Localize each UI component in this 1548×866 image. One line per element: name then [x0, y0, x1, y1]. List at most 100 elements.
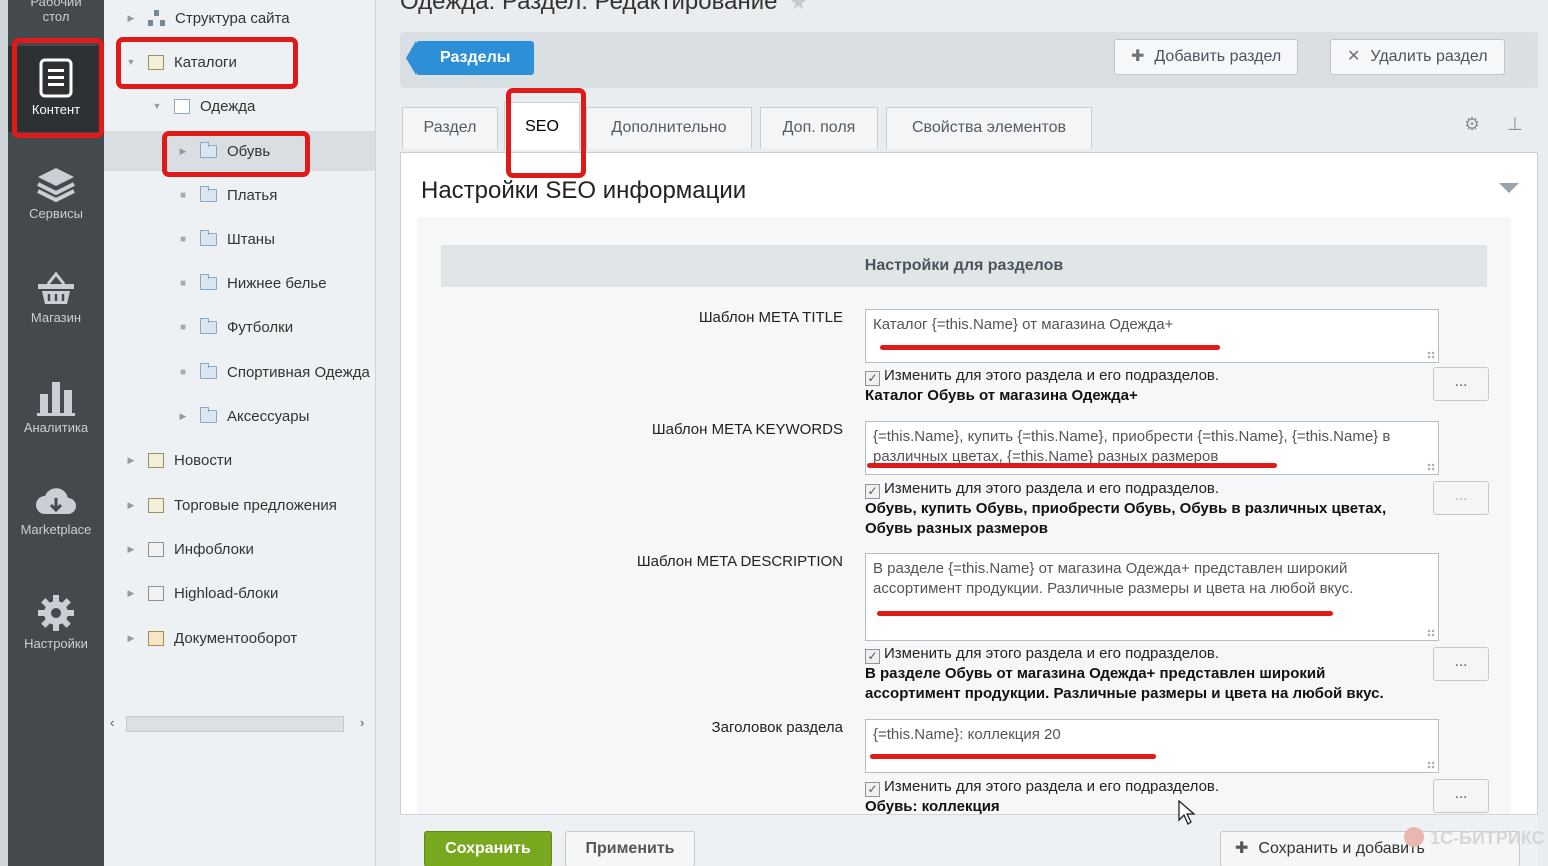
- bitrix-logo: 1С-БИТРИКС: [1404, 827, 1545, 849]
- red-underline: [870, 754, 1156, 759]
- collapse-triangle-icon[interactable]: [1499, 183, 1519, 193]
- meta-keywords-checkbox[interactable]: ✓ Изменить для этого раздела и его подраз…: [865, 480, 1219, 499]
- folder-icon: [200, 141, 217, 158]
- tree-item-label: Платья: [227, 186, 278, 204]
- cloud-download-icon: [36, 488, 76, 514]
- main-menu-sidebar: Рабочий стол Контент Сервисы Магазин Ана…: [0, 0, 104, 866]
- meta-title-more-button[interactable]: ...: [1433, 367, 1489, 401]
- checkbox-label: Изменить для этого раздела и его подразд…: [884, 367, 1220, 384]
- pin-icon[interactable]: ⊥: [1507, 114, 1523, 134]
- tree-item-news[interactable]: ▶ Новости: [104, 440, 375, 480]
- tab-section[interactable]: Раздел: [402, 107, 498, 149]
- menu-item-analytics[interactable]: Аналитика: [8, 378, 104, 448]
- seo-section-body: Настройки для разделов Шаблон META TITLE…: [417, 217, 1511, 866]
- bitrix-logo-text: 1С-БИТРИКС: [1430, 828, 1545, 848]
- tree-item-workflow[interactable]: ▶ Документооборот: [104, 618, 375, 658]
- tree-item-highload[interactable]: ▶ Highload-блоки: [104, 573, 375, 613]
- seo-panel: Настройки SEO информации Настройки для р…: [400, 152, 1538, 866]
- meta-title-input[interactable]: Каталог {=this.Name} от магазина Одежда+: [865, 309, 1439, 363]
- collapse-arrow-icon[interactable]: ▼: [126, 57, 136, 67]
- meta-description-input[interactable]: В разделе {=this.Name} от магазина Одежд…: [865, 553, 1439, 641]
- checkbox-icon[interactable]: ✓: [865, 484, 880, 499]
- iblock-gear-icon: [148, 585, 164, 601]
- sections-button[interactable]: Разделы: [406, 41, 534, 75]
- tree-item-label: Инфоблоки: [174, 540, 254, 558]
- collapse-arrow-icon[interactable]: ▼: [152, 101, 162, 111]
- checkbox-icon[interactable]: ✓: [865, 782, 880, 797]
- scroll-left-icon[interactable]: ‹: [110, 715, 114, 730]
- folder-icon: [200, 317, 217, 334]
- meta-title-checkbox[interactable]: ✓ Изменить для этого раздела и его подраз…: [865, 367, 1219, 386]
- red-underline: [880, 345, 1220, 350]
- tree-item-site-structure[interactable]: ▶ Структура сайта: [104, 0, 375, 38]
- menu-item-marketplace[interactable]: Marketplace: [8, 486, 104, 550]
- expand-arrow-icon[interactable]: ▶: [126, 500, 136, 511]
- tree-item-infoblocks[interactable]: ▶ Инфоблоки: [104, 529, 375, 569]
- iblock-gear-icon: [148, 541, 164, 557]
- tree-item-label: Обувь: [227, 142, 271, 160]
- tree-item-label: Highload-блоки: [174, 584, 279, 602]
- menu-item-desktop[interactable]: Рабочий стол: [8, 0, 104, 34]
- expand-arrow-icon[interactable]: ▶: [178, 411, 188, 422]
- section-heading-checkbox[interactable]: ✓ Изменить для этого раздела и его подраз…: [865, 778, 1219, 797]
- menu-item-label: Marketplace: [20, 522, 92, 537]
- expand-arrow-icon[interactable]: ▶: [126, 455, 136, 466]
- expand-arrow-icon[interactable]: ▶: [126, 13, 136, 24]
- meta-keywords-more-button[interactable]: ...: [1433, 481, 1489, 515]
- delete-section-button[interactable]: ✕ Удалить раздел: [1330, 39, 1505, 75]
- bullet-icon: ■: [179, 366, 187, 378]
- expand-arrow-icon[interactable]: ▶: [126, 588, 136, 599]
- add-section-button[interactable]: ✚ Добавить раздел: [1114, 39, 1299, 75]
- sitemap-icon: [148, 9, 165, 27]
- iblock-icon: [148, 452, 164, 468]
- tree-item-sportswear[interactable]: ■ Спортивная Одежда: [104, 352, 375, 392]
- tree-horizontal-scrollbar[interactable]: ‹ ›: [104, 712, 375, 736]
- menu-item-label: Сервисы: [29, 206, 83, 221]
- add-section-label: Добавить раздел: [1154, 48, 1282, 65]
- action-bar: Сохранить Применить ✚ Сохранить и добавит…: [400, 814, 1545, 866]
- tab-seo[interactable]: SEO: [504, 102, 580, 150]
- meta-description-checkbox[interactable]: ✓ Изменить для этого раздела и его подраз…: [865, 645, 1219, 664]
- tab-extra-fields[interactable]: Доп. поля: [760, 107, 878, 149]
- tree-item-label: Одежда: [200, 97, 256, 115]
- close-icon: ✕: [1347, 48, 1361, 65]
- section-heading-input[interactable]: {=this.Name}: коллекция 20: [865, 719, 1439, 773]
- tree-item-pants[interactable]: ■ Штаны: [104, 219, 375, 259]
- tree-item-tshirts[interactable]: ■ Футболки: [104, 307, 375, 347]
- expand-arrow-icon[interactable]: ▶: [126, 633, 136, 644]
- tree-item-label: Торговые предложения: [174, 496, 337, 514]
- menu-item-label: Магазин: [30, 310, 82, 325]
- tree-item-catalogs[interactable]: ▼ Каталоги: [104, 42, 375, 82]
- tab-element-properties[interactable]: Свойства элементов: [886, 107, 1092, 149]
- menu-item-label: Настройки: [24, 636, 88, 651]
- tree-item-shoes[interactable]: ▶ Обувь: [104, 131, 375, 171]
- star-icon[interactable]: ★: [789, 0, 807, 14]
- scrollbar-thumb[interactable]: [126, 716, 344, 732]
- menu-item-content[interactable]: Контент: [8, 46, 104, 132]
- checkbox-icon[interactable]: ✓: [865, 371, 880, 386]
- tree-item-accessories[interactable]: ▶ Аксессуары: [104, 396, 375, 436]
- expand-arrow-icon[interactable]: ▶: [126, 544, 136, 555]
- menu-item-services[interactable]: Сервисы: [8, 166, 104, 236]
- toolbar: Разделы ✚ Добавить раздел ✕ Удалить раздел: [400, 32, 1538, 88]
- tree-item-dresses[interactable]: ■ Платья: [104, 175, 375, 215]
- section-heading-more-button[interactable]: ...: [1433, 779, 1489, 813]
- menu-item-shop[interactable]: Магазин: [8, 270, 104, 340]
- save-button[interactable]: Сохранить: [424, 831, 552, 866]
- expand-arrow-icon[interactable]: ▶: [178, 146, 188, 157]
- gear-icon[interactable]: ⚙: [1464, 114, 1480, 134]
- checkbox-icon[interactable]: ✓: [865, 649, 880, 664]
- bullet-icon: ■: [179, 321, 187, 333]
- tree-item-underwear[interactable]: ■ Нижнее белье: [104, 263, 375, 303]
- tree-item-offers[interactable]: ▶ Торговые предложения: [104, 485, 375, 525]
- tab-additional[interactable]: Дополнительно: [586, 107, 752, 149]
- tree-item-clothing[interactable]: ▼ Одежда: [104, 86, 375, 126]
- meta-description-more-button[interactable]: ...: [1433, 647, 1489, 681]
- scroll-right-icon[interactable]: ›: [360, 715, 364, 730]
- bar-chart-icon: [37, 382, 75, 416]
- plus-icon: ✚: [1235, 840, 1249, 857]
- content-tree: ▶ Структура сайта ▼ Каталоги ▼ Одежда ▶ …: [104, 0, 376, 866]
- apply-button[interactable]: Применить: [565, 831, 695, 866]
- checkbox-label: Изменить для этого раздела и его подразд…: [884, 645, 1220, 662]
- menu-item-settings[interactable]: Настройки: [8, 594, 104, 660]
